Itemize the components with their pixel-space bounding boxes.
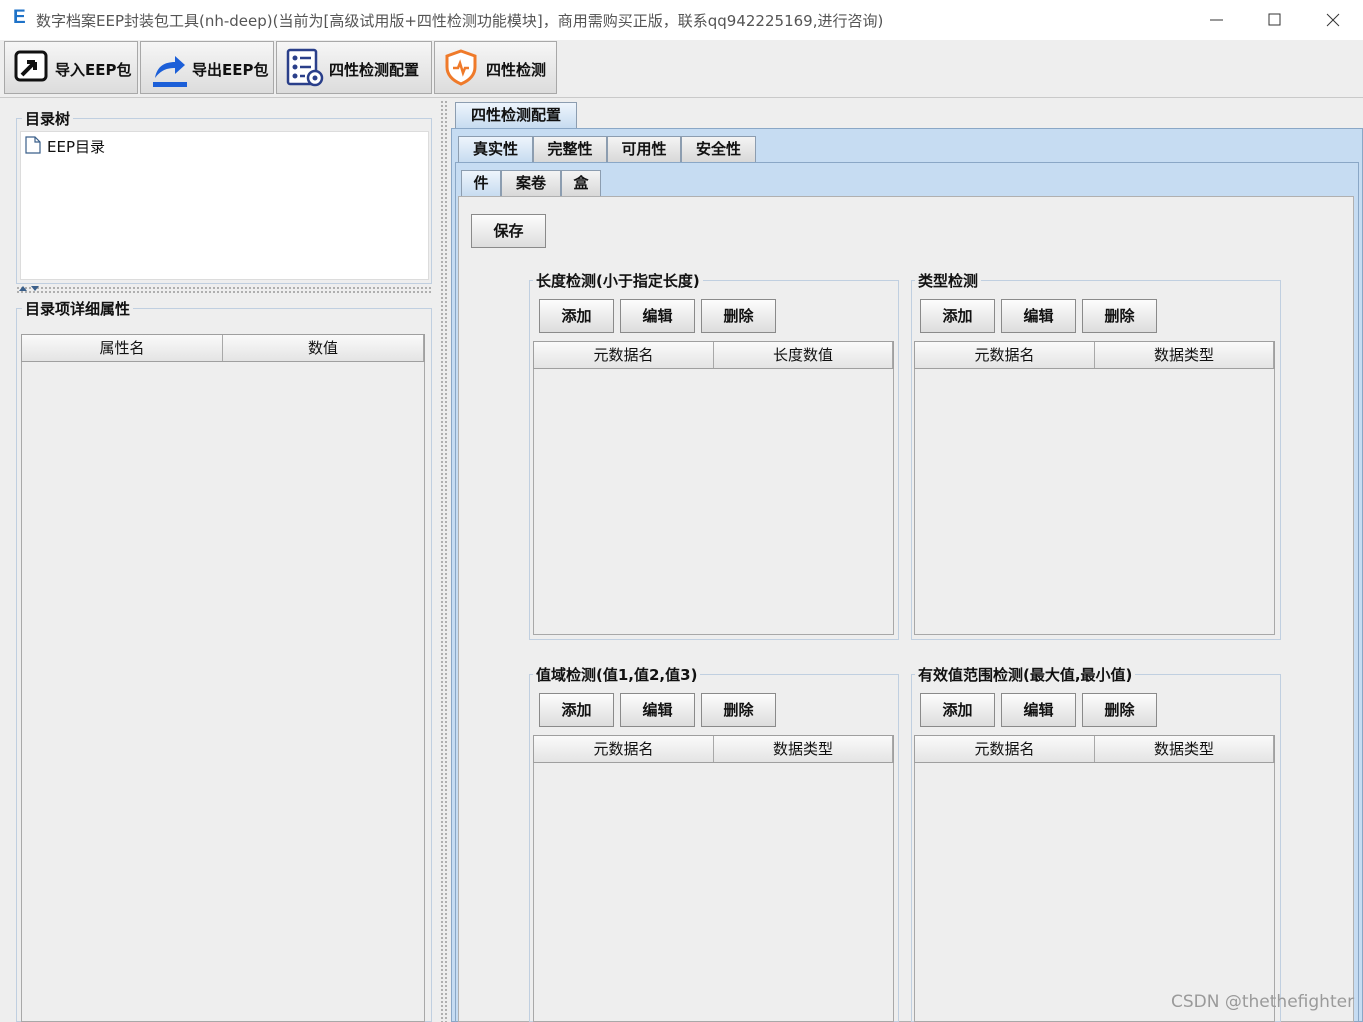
save-button[interactable]: 保存 (471, 214, 546, 248)
length-table-body[interactable] (533, 369, 894, 635)
col-header-data-type[interactable]: 数据类型 (714, 736, 893, 762)
maximize-icon (1268, 13, 1281, 26)
col-header-data-type[interactable]: 数据类型 (1095, 342, 1274, 368)
share-icon (153, 56, 187, 87)
type-table-body[interactable] (914, 369, 1275, 635)
range-check-title: 有效值范围检测(最大值,最小值) (915, 664, 1136, 685)
close-icon (1326, 13, 1340, 27)
watermark-text: CSDN @thethefighter (1171, 992, 1355, 1012)
length-add-button[interactable]: 添加 (539, 299, 614, 333)
tab-box[interactable]: 盒 (561, 170, 601, 196)
window-title: 数字档案EEP封装包工具(nh-deep)(当前为[高级试用版+四性检测功能模块… (36, 12, 884, 30)
domain-delete-button[interactable]: 删除 (701, 693, 776, 727)
col-header-meta-name[interactable]: 元数据名 (534, 736, 714, 762)
tree-title: 目录树 (22, 108, 74, 129)
tab-security[interactable]: 安全性 (681, 136, 756, 162)
type-table-header: 元数据名 数据类型 (914, 341, 1275, 369)
export-eep-label: 导出EEP包 (192, 61, 269, 79)
domain-edit-button[interactable]: 编辑 (620, 693, 695, 727)
title-bar: E 数字档案EEP封装包工具(nh-deep)(当前为[高级试用版+四性检测功能… (0, 0, 1363, 40)
length-check-title: 长度检测(小于指定长度) (533, 270, 703, 291)
props-table-body[interactable] (21, 362, 425, 1022)
import-icon (14, 50, 48, 82)
range-table-body[interactable] (914, 763, 1275, 1022)
toolbar: 导入EEP包 导出EEP包 四性检测配置 四性检测 (0, 40, 1363, 98)
col-header-data-type[interactable]: 数据类型 (1095, 736, 1274, 762)
type-delete-button[interactable]: 删除 (1082, 299, 1157, 333)
tab-integrity[interactable]: 完整性 (533, 136, 607, 162)
col-header-value[interactable]: 数值 (223, 335, 424, 361)
import-eep-label: 导入EEP包 (55, 61, 132, 79)
tab-authenticity[interactable]: 真实性 (458, 136, 533, 162)
close-button[interactable] (1304, 0, 1362, 40)
domain-check-title: 值域检测(值1,值2,值3) (533, 664, 701, 685)
maximize-button[interactable] (1246, 0, 1304, 40)
tab-check-config[interactable]: 四性检测配置 (455, 102, 577, 128)
import-eep-button[interactable]: 导入EEP包 (4, 41, 138, 94)
col-header-meta-name[interactable]: 元数据名 (534, 342, 714, 368)
range-add-button[interactable]: 添加 (920, 693, 995, 727)
vertical-splitter[interactable] (440, 100, 448, 1022)
domain-add-button[interactable]: 添加 (539, 693, 614, 727)
check-config-label: 四性检测配置 (329, 61, 420, 79)
props-table-header: 属性名 数值 (21, 334, 425, 362)
length-table-header: 元数据名 长度数值 (533, 341, 894, 369)
tree-item-label: EEP目录 (47, 138, 106, 156)
col-header-length-value[interactable]: 长度数值 (714, 342, 893, 368)
minimize-icon (1210, 19, 1223, 21)
range-table-header: 元数据名 数据类型 (914, 735, 1275, 763)
tab-item[interactable]: 件 (461, 170, 501, 196)
type-edit-button[interactable]: 编辑 (1001, 299, 1076, 333)
check-run-label: 四性检测 (486, 61, 547, 79)
range-edit-button[interactable]: 编辑 (1001, 693, 1076, 727)
col-header-attr-name[interactable]: 属性名 (22, 335, 223, 361)
horizontal-splitter[interactable] (16, 286, 432, 294)
app-logo-icon: E (13, 7, 26, 28)
domain-table-header: 元数据名 数据类型 (533, 735, 894, 763)
domain-table-body[interactable] (533, 763, 894, 1022)
range-delete-button[interactable]: 删除 (1082, 693, 1157, 727)
check-config-button[interactable]: 四性检测配置 (276, 41, 432, 94)
tab-usability[interactable]: 可用性 (607, 136, 681, 162)
document-icon (25, 136, 41, 154)
export-eep-button[interactable]: 导出EEP包 (140, 41, 274, 94)
directory-tree[interactable]: EEP目录 (20, 131, 429, 280)
length-delete-button[interactable]: 删除 (701, 299, 776, 333)
col-header-meta-name[interactable]: 元数据名 (915, 736, 1095, 762)
splitter-arrows-icon[interactable] (18, 285, 44, 293)
length-edit-button[interactable]: 编辑 (620, 299, 695, 333)
shield-check-icon (445, 49, 477, 86)
checklist-settings-icon (286, 48, 324, 87)
col-header-meta-name[interactable]: 元数据名 (915, 342, 1095, 368)
props-title: 目录项详细属性 (22, 298, 134, 319)
tab-volume[interactable]: 案卷 (501, 170, 561, 196)
type-add-button[interactable]: 添加 (920, 299, 995, 333)
minimize-button[interactable] (1188, 0, 1246, 40)
type-check-title: 类型检测 (915, 270, 982, 291)
check-run-button[interactable]: 四性检测 (434, 41, 557, 94)
